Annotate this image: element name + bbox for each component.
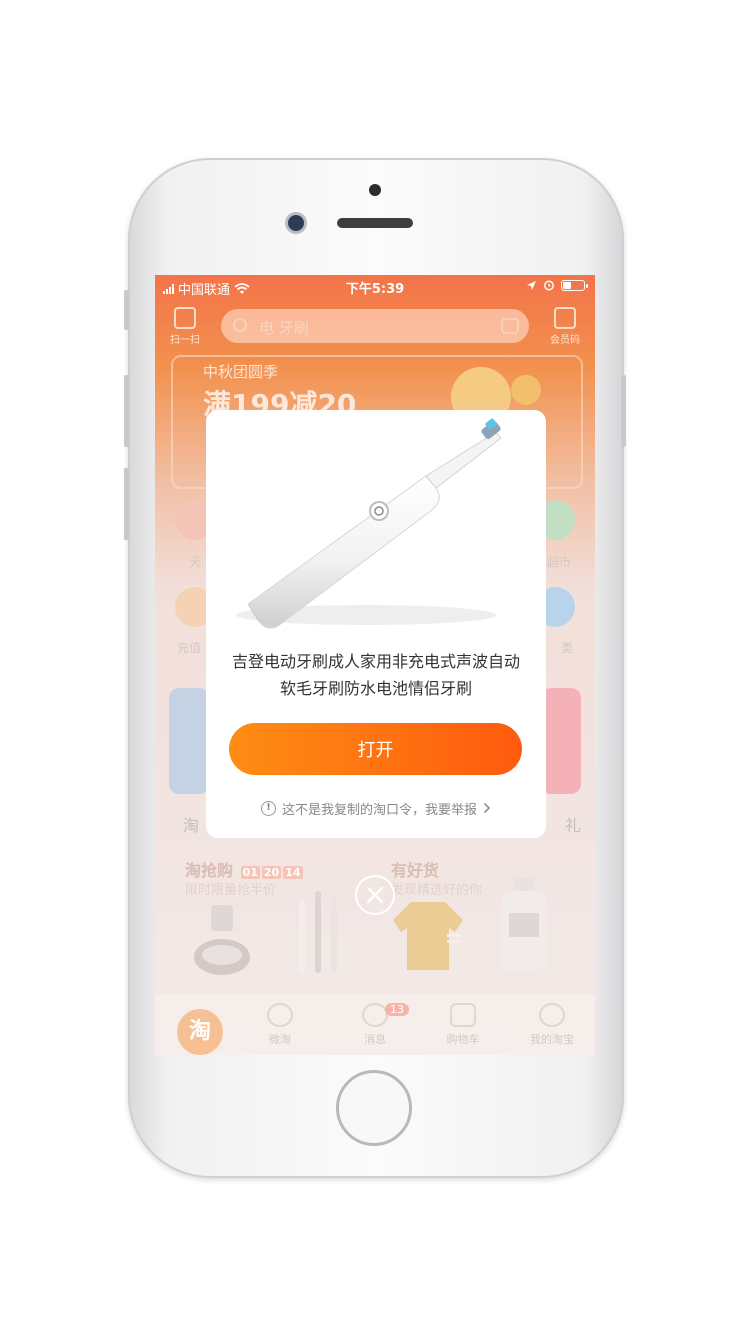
report-text: 这不是我复制的淘口令，我要举报 — [281, 802, 477, 818]
proximity-sensor — [369, 184, 381, 196]
mute-switch — [124, 290, 129, 330]
volume-down-button — [124, 468, 129, 540]
warning-icon: ! — [260, 800, 276, 816]
open-button[interactable]: 打开 — [229, 723, 522, 775]
close-dialog-button[interactable] — [355, 875, 395, 915]
close-icon — [366, 886, 384, 904]
volume-up-button — [124, 375, 129, 447]
product-title: 吉登电动牙刷成人家用非充电式声波自动软毛牙刷防水电池情侣牙刷 — [231, 652, 520, 698]
earpiece-speaker — [337, 218, 413, 228]
electric-toothbrush-image — [236, 418, 502, 629]
power-button — [621, 375, 626, 447]
product-image[interactable] — [206, 410, 546, 642]
chevron-right-icon — [483, 802, 491, 814]
front-camera — [288, 215, 304, 231]
report-link[interactable]: ! 这不是我复制的淘口令，我要举报 — [246, 797, 506, 819]
taokouling-dialog: 吉登电动牙刷成人家用非充电式声波自动软毛牙刷防水电池情侣牙刷 打开 ! 这不是我… — [206, 410, 546, 838]
home-button[interactable] — [336, 1070, 412, 1146]
